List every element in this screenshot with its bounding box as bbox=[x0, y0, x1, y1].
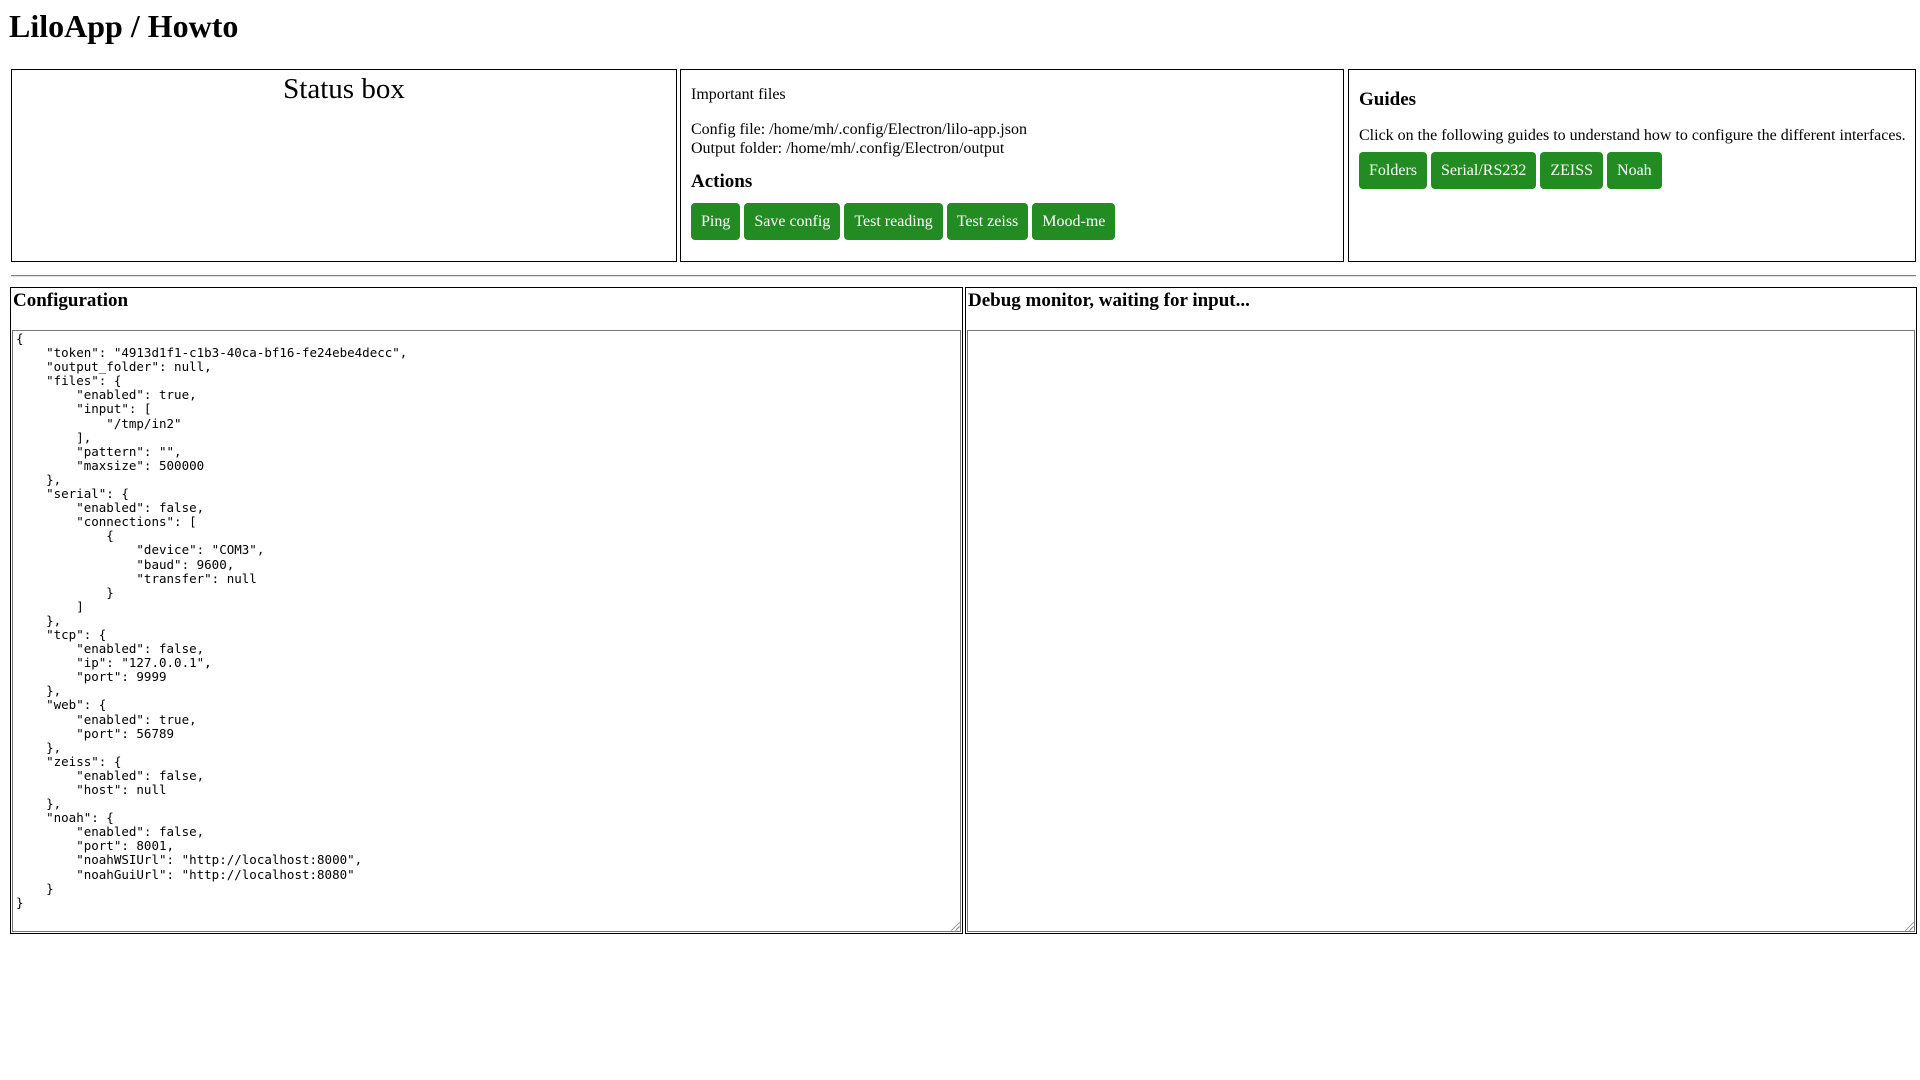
status-box: Status box bbox=[11, 69, 677, 262]
debug-monitor-output[interactable] bbox=[967, 330, 1915, 932]
output-folder-path: Output folder: /home/mh/.config/Electron… bbox=[691, 140, 1005, 157]
actions-heading: Actions bbox=[691, 171, 753, 192]
test-reading-button[interactable]: Test reading bbox=[844, 203, 943, 240]
save-config-button[interactable]: Save config bbox=[744, 203, 841, 240]
status-box-heading: Status box bbox=[283, 73, 405, 105]
ping-button[interactable]: Ping bbox=[691, 203, 741, 240]
important-files-label: Important files bbox=[691, 86, 786, 103]
resize-grip-icon[interactable] bbox=[1905, 922, 1914, 931]
noah-guide-button[interactable]: Noah bbox=[1607, 152, 1662, 189]
page-title: LiloApp / Howto bbox=[9, 8, 239, 44]
actions-button-group: Ping Save config Test reading Test zeiss… bbox=[691, 203, 1333, 240]
resize-grip-icon[interactable] bbox=[951, 922, 960, 931]
guides-heading: Guides bbox=[1359, 89, 1417, 110]
debug-monitor-panel: Debug monitor, waiting for input... bbox=[965, 287, 1917, 934]
horizontal-divider bbox=[11, 275, 1916, 277]
debug-monitor-title: Debug monitor, waiting for input... bbox=[968, 290, 1250, 311]
test-zeiss-button[interactable]: Test zeiss bbox=[946, 203, 1029, 240]
files-actions-panel: Important files Config file: /home/mh/.c… bbox=[680, 69, 1344, 262]
page: LiloApp / Howto Status box Important fil… bbox=[0, 0, 1920, 1080]
configuration-editor[interactable]: { "token": "4913d1f1-c1b3-40ca-bf16-fe24… bbox=[12, 330, 961, 932]
serial-rs232-guide-button[interactable]: Serial/RS232 bbox=[1431, 152, 1537, 189]
guides-description: Click on the following guides to underst… bbox=[1359, 127, 1906, 144]
configuration-title: Configuration bbox=[13, 290, 129, 311]
guides-panel: Guides Click on the following guides to … bbox=[1348, 69, 1916, 262]
guides-button-group: Folders Serial/RS232 ZEISS Noah bbox=[1359, 152, 1907, 189]
zeiss-guide-button[interactable]: ZEISS bbox=[1540, 152, 1604, 189]
configuration-panel: Configuration { "token": "4913d1f1-c1b3-… bbox=[10, 287, 963, 934]
config-file-path: Config file: /home/mh/.config/Electron/l… bbox=[691, 121, 1027, 138]
mood-me-button[interactable]: Mood-me bbox=[1032, 203, 1116, 240]
folders-guide-button[interactable]: Folders bbox=[1359, 152, 1427, 189]
